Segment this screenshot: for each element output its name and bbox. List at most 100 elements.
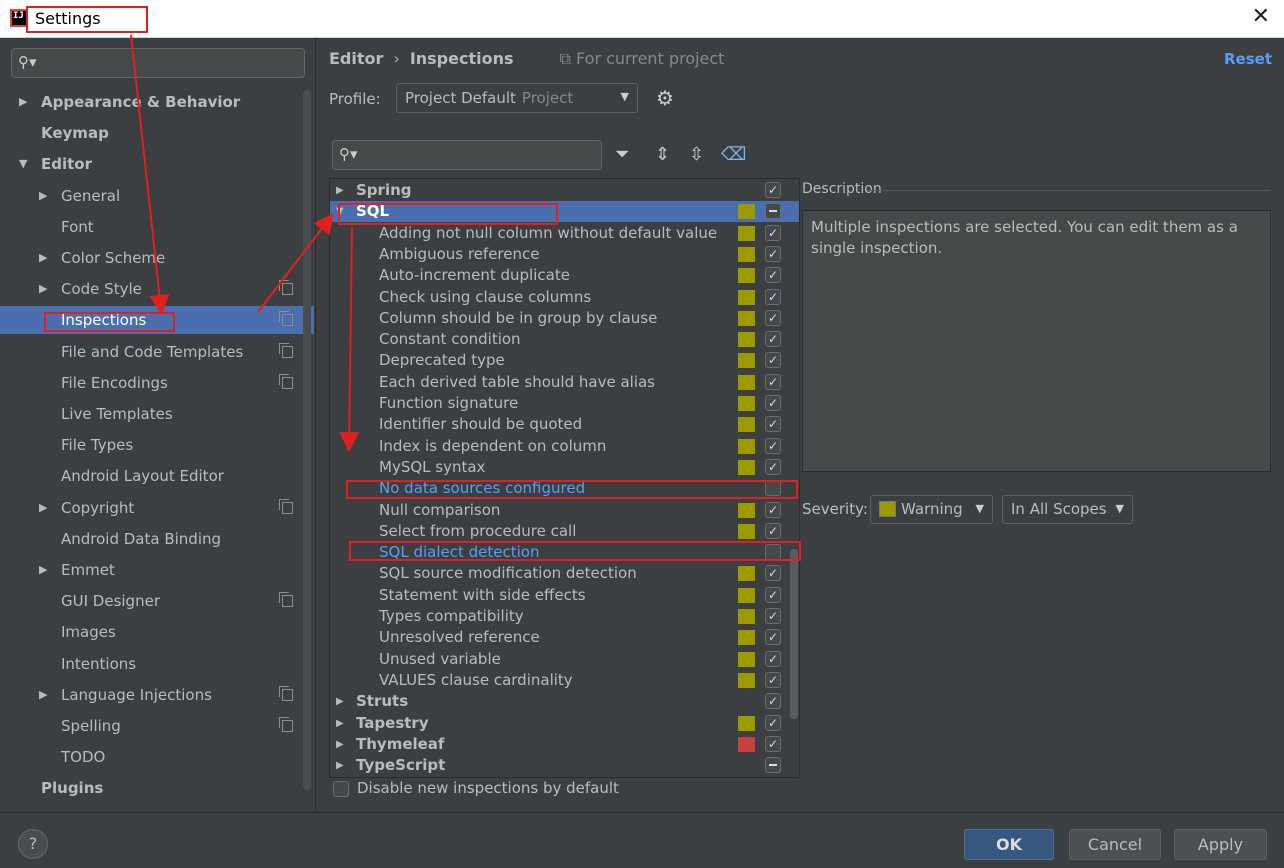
expand-arrow-icon[interactable]: ▶ xyxy=(336,180,344,201)
sidebar-item-intentions[interactable]: Intentions xyxy=(0,650,314,678)
inspection-group[interactable]: ▶ Spring ✓ xyxy=(330,180,799,201)
sidebar-item-inspections[interactable]: Inspections xyxy=(0,306,314,335)
sidebar-item-gui-designer[interactable]: GUI Designer xyxy=(0,587,314,615)
sidebar-item-live-templates[interactable]: Live Templates xyxy=(0,400,314,428)
filter-icon[interactable]: ⏷ xyxy=(615,144,629,165)
inspection-row[interactable]: Types compatibility ✓ xyxy=(330,606,799,627)
expand-arrow-icon[interactable]: ▶ xyxy=(336,755,344,776)
collapse-arrow-icon[interactable]: ▼ xyxy=(336,201,344,222)
inspection-row[interactable]: Auto-increment duplicate ✓ xyxy=(330,265,799,286)
inspection-checkbox[interactable]: ✓ xyxy=(765,650,781,667)
sidebar-item-general[interactable]: ▶ General xyxy=(0,182,314,210)
expand-arrow-icon[interactable]: ▶ xyxy=(39,244,47,272)
sidebar-item-color-scheme[interactable]: ▶ Color Scheme xyxy=(0,244,314,272)
inspection-checkbox[interactable] xyxy=(765,203,781,220)
collapse-all-icon[interactable]: ⇳ xyxy=(689,144,704,165)
inspection-group[interactable]: ▶ TypeScript xyxy=(330,755,799,776)
inspection-checkbox[interactable]: ✓ xyxy=(765,309,781,326)
expand-arrow-icon[interactable]: ▶ xyxy=(19,88,27,116)
inspection-checkbox[interactable]: ✓ xyxy=(765,458,781,475)
ok-button[interactable]: OK xyxy=(964,829,1054,860)
inspection-checkbox[interactable]: ✓ xyxy=(765,671,781,688)
inspection-row[interactable]: Unresolved reference ✓ xyxy=(330,627,799,648)
inspection-checkbox[interactable]: ✓ xyxy=(765,352,781,369)
inspection-checkbox[interactable] xyxy=(765,544,781,561)
inspection-checkbox[interactable]: ✓ xyxy=(765,182,781,198)
inspection-row[interactable]: Ambiguous reference ✓ xyxy=(330,244,799,265)
inspection-row[interactable]: Statement with side effects ✓ xyxy=(330,585,799,606)
inspection-row[interactable]: VALUES clause cardinality ✓ xyxy=(330,670,799,691)
inspection-group[interactable]: ▶ Thymeleaf ✓ xyxy=(330,734,799,755)
inspection-checkbox[interactable]: ✓ xyxy=(765,714,781,731)
help-button[interactable]: ? xyxy=(18,829,48,859)
profile-dropdown[interactable]: Project Default Project ▼ xyxy=(396,83,638,113)
inspection-checkbox[interactable]: ✓ xyxy=(765,416,781,433)
sidebar-item-spelling[interactable]: Spelling xyxy=(0,712,314,740)
inspection-row[interactable]: SQL dialect detection xyxy=(330,542,799,563)
inspection-checkbox[interactable]: ✓ xyxy=(765,629,781,646)
sidebar-item-file-and-code-templates[interactable]: File and Code Templates xyxy=(0,338,314,366)
inspection-checkbox[interactable]: ✓ xyxy=(765,288,781,305)
inspection-checkbox[interactable]: ✓ xyxy=(765,373,781,390)
disable-new-inspections-checkbox[interactable] xyxy=(333,781,349,797)
inspection-row[interactable]: Null comparison ✓ xyxy=(330,500,799,521)
inspection-checkbox[interactable]: ✓ xyxy=(765,522,781,539)
sidebar-item-emmet[interactable]: ▶ Emmet xyxy=(0,556,314,584)
inspection-checkbox[interactable] xyxy=(765,480,781,497)
sidebar-item-file-types[interactable]: File Types xyxy=(0,431,314,459)
sidebar-scrollbar[interactable] xyxy=(303,90,311,790)
expand-arrow-icon[interactable]: ▶ xyxy=(39,182,47,210)
inspection-row[interactable]: Function signature ✓ xyxy=(330,393,799,414)
expand-arrow-icon[interactable]: ▶ xyxy=(39,556,47,584)
settings-search-input[interactable]: ⚲▾ xyxy=(11,48,305,78)
inspection-checkbox[interactable]: ✓ xyxy=(765,331,781,348)
inspection-checkbox[interactable]: ✓ xyxy=(765,395,781,411)
inspection-group[interactable]: ▶ Struts ✓ xyxy=(330,691,799,712)
cancel-button[interactable]: Cancel xyxy=(1069,829,1161,860)
inspection-row[interactable]: Deprecated type ✓ xyxy=(330,350,799,371)
sidebar-item-appearance-behavior[interactable]: ▶ Appearance & Behavior xyxy=(0,88,314,116)
inspection-row[interactable]: Unused variable ✓ xyxy=(330,649,799,670)
inspection-row[interactable]: MySQL syntax ✓ xyxy=(330,457,799,478)
sidebar-item-copyright[interactable]: ▶ Copyright xyxy=(0,494,314,522)
gear-icon[interactable]: ⚙ xyxy=(656,86,674,110)
sidebar-item-font[interactable]: Font xyxy=(0,213,314,241)
inspection-checkbox[interactable] xyxy=(765,757,781,774)
inspection-group[interactable]: ▼ SQL xyxy=(330,201,799,223)
inspections-scrollbar[interactable] xyxy=(790,549,798,719)
sidebar-item-images[interactable]: Images xyxy=(0,618,314,646)
sidebar-item-android-layout-editor[interactable]: Android Layout Editor xyxy=(0,462,314,490)
inspection-checkbox[interactable]: ✓ xyxy=(765,267,781,284)
inspection-row[interactable]: Each derived table should have alias ✓ xyxy=(330,372,799,393)
sidebar-item-keymap[interactable]: Keymap xyxy=(0,119,314,147)
sidebar-item-plugins[interactable]: Plugins xyxy=(0,774,314,802)
expand-all-icon[interactable]: ⇕ xyxy=(655,144,670,165)
inspection-checkbox[interactable]: ✓ xyxy=(765,586,781,603)
inspection-row[interactable]: Index is dependent on column ✓ xyxy=(330,436,799,457)
inspection-row[interactable]: Adding not null column without default v… xyxy=(330,223,799,244)
inspection-row[interactable]: SQL source modification detection ✓ xyxy=(330,563,799,584)
inspection-checkbox[interactable]: ✓ xyxy=(765,245,781,262)
inspection-checkbox[interactable]: ✓ xyxy=(765,565,781,582)
sidebar-item-android-data-binding[interactable]: Android Data Binding xyxy=(0,525,314,553)
expand-arrow-icon[interactable]: ▶ xyxy=(39,681,47,709)
sidebar-item-file-encodings[interactable]: File Encodings xyxy=(0,369,314,397)
inspection-row[interactable]: Column should be in group by clause ✓ xyxy=(330,308,799,329)
expand-arrow-icon[interactable]: ▶ xyxy=(336,734,344,755)
sidebar-item-language-injections[interactable]: ▶ Language Injections xyxy=(0,681,314,709)
inspections-search-input[interactable]: ⚲▾ xyxy=(332,140,602,170)
expand-arrow-icon[interactable]: ▶ xyxy=(39,494,47,522)
sidebar-item-editor[interactable]: ▼ Editor xyxy=(0,150,314,178)
expand-arrow-icon[interactable]: ▶ xyxy=(336,713,344,734)
expand-arrow-icon[interactable]: ▶ xyxy=(336,691,344,712)
inspection-checkbox[interactable]: ✓ xyxy=(765,735,781,752)
reset-link[interactable]: Reset xyxy=(1224,50,1272,68)
inspection-row[interactable]: Constant condition ✓ xyxy=(330,329,799,350)
apply-button[interactable]: Apply xyxy=(1174,829,1267,860)
sidebar-item-todo[interactable]: TODO xyxy=(0,743,314,771)
inspection-checkbox[interactable]: ✓ xyxy=(765,693,781,710)
inspection-checkbox[interactable]: ✓ xyxy=(765,608,781,624)
inspection-checkbox[interactable]: ✓ xyxy=(765,501,781,518)
inspection-checkbox[interactable]: ✓ xyxy=(765,437,781,454)
expand-arrow-icon[interactable]: ▶ xyxy=(39,275,47,303)
